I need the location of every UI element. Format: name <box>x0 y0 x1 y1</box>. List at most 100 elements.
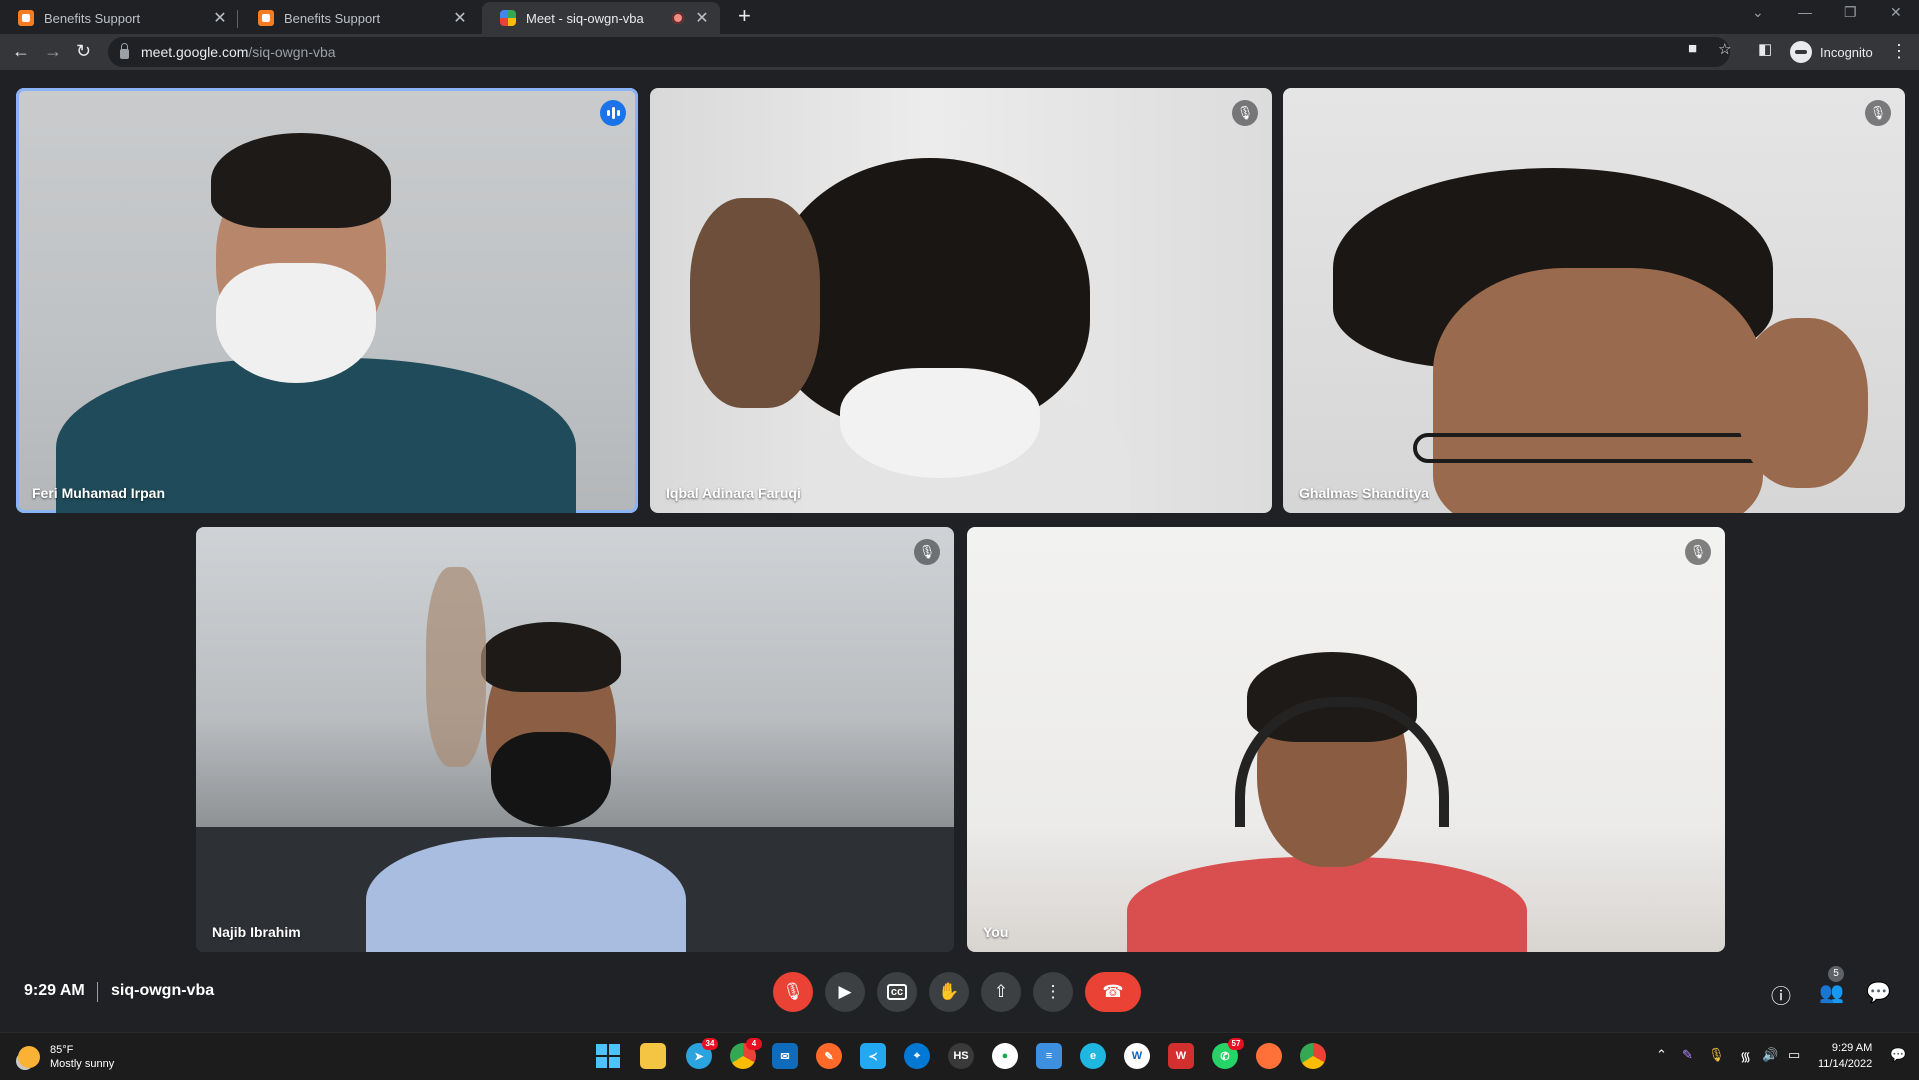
weather-widget[interactable]: 85°F Mostly sunny <box>18 1043 114 1071</box>
forward-arrow-icon[interactable]: → <box>44 41 62 61</box>
heidisql-icon[interactable]: HS <box>948 1043 974 1069</box>
participant-tile[interactable]: 🎙 Najib Ibrahim <box>196 527 954 952</box>
tab-title: Benefits Support <box>44 10 141 26</box>
close-tab-icon[interactable]: ✕ <box>452 8 468 28</box>
firefox-icon[interactable] <box>1256 1043 1282 1069</box>
microphone-tray-icon[interactable]: 🎙 <box>1708 1047 1725 1063</box>
browser-tab-active[interactable]: Meet - siq-owgn-vba ✕ <box>482 2 720 34</box>
notepad-icon[interactable]: ≡ <box>1036 1043 1062 1069</box>
vscode-icon[interactable]: ≺ <box>860 1043 886 1069</box>
people-icon[interactable]: 👥 <box>1819 980 1844 1005</box>
participant-video-figure <box>1433 268 1763 513</box>
hang-up-icon: ☎ <box>1102 982 1124 1001</box>
reload-icon[interactable]: ↻ <box>76 41 91 61</box>
chrome-badge: 4 <box>746 1038 762 1050</box>
side-panel-icon[interactable]: ◧ <box>1758 40 1772 58</box>
volume-icon[interactable]: 🔊 <box>1762 1047 1778 1063</box>
speaking-indicator-icon <box>600 100 626 126</box>
present-screen-button[interactable]: ⇧ <box>981 972 1021 1012</box>
meeting-info-icon[interactable]: ⓘ <box>1771 980 1791 1009</box>
system-date: 11/14/2022 <box>1818 1058 1873 1070</box>
participant-tile[interactable]: 🎙 Iqbal Adinara Faruqi <box>650 88 1272 513</box>
captions-button[interactable]: cc <box>877 972 917 1012</box>
telegram-badge: 34 <box>702 1038 718 1050</box>
wifi-icon[interactable]: ᯾ <box>1740 1047 1751 1065</box>
microphone-toggle-button[interactable]: 🎙 <box>773 972 813 1012</box>
chrome-icon[interactable]: 4 <box>730 1038 762 1069</box>
tray-overflow-icon[interactable]: ⌃ <box>1656 1047 1667 1063</box>
browser-toolbar: ← → ↻ meet.google.com/siq-owgn-vba ■ ☆ ◧… <box>0 34 1919 70</box>
whatsapp-icon[interactable]: ✆ 57 <box>1212 1038 1244 1069</box>
camera-toggle-button[interactable]: ▶ <box>825 972 865 1012</box>
benefits-favicon-icon <box>18 10 34 26</box>
people-count-badge: 5 <box>1828 966 1844 982</box>
chat-icon[interactable]: 💬 <box>1866 980 1891 1005</box>
more-vert-icon: ⋮ <box>1044 982 1062 1001</box>
mail-icon[interactable]: ✉ <box>772 1043 798 1069</box>
edge-icon[interactable]: e <box>1080 1043 1106 1069</box>
participant-video-figure <box>1127 857 1527 952</box>
camera-in-use-icon[interactable]: ■ <box>1688 40 1697 57</box>
tab-title: Meet - siq-owgn-vba <box>526 10 644 26</box>
mic-off-icon: 🎙 <box>782 982 804 1001</box>
close-window-icon[interactable]: ✕ <box>1890 4 1902 21</box>
back-arrow-icon[interactable]: ← <box>12 41 30 61</box>
browser-menu-icon[interactable]: ⋮ <box>1890 41 1908 62</box>
minimize-icon[interactable]: — <box>1798 4 1812 20</box>
battery-icon[interactable]: ▭ <box>1788 1047 1800 1063</box>
wps-icon[interactable]: W <box>1124 1043 1150 1069</box>
participant-tile-self[interactable]: 🎙 You <box>967 527 1725 952</box>
leave-call-button[interactable]: ☎ <box>1085 972 1141 1012</box>
chrome-incognito-icon[interactable] <box>1300 1043 1326 1069</box>
start-button[interactable] <box>595 1043 621 1069</box>
participant-tile[interactable]: 🎙 Ghalmas Shanditya <box>1283 88 1905 513</box>
weather-desc: Mostly sunny <box>50 1058 115 1070</box>
close-tab-icon[interactable]: ✕ <box>694 8 710 28</box>
recording-indicator-icon <box>672 12 684 24</box>
participant-video-figure <box>426 567 486 767</box>
maps-icon[interactable]: ⌖ <box>904 1043 930 1069</box>
browser-tab[interactable]: Benefits Support ✕ <box>0 2 238 34</box>
lock-icon[interactable] <box>120 43 129 59</box>
participant-video-figure <box>366 837 686 952</box>
windows-taskbar: 85°F Mostly sunny ➤ 34 4 ✉ ✎ ≺ ⌖ HS ● ≡ e… <box>0 1032 1919 1080</box>
tab-search-icon[interactable]: ⌄ <box>1752 4 1764 21</box>
participant-video-figure <box>211 133 391 228</box>
pen-icon[interactable]: ✎ <box>1682 1047 1693 1063</box>
muted-mic-icon: 🎙 <box>914 539 940 565</box>
telegram-icon[interactable]: ➤ 34 <box>686 1038 718 1069</box>
file-explorer-icon[interactable] <box>640 1043 666 1069</box>
browser-tab-strip: Benefits Support ✕ Benefits Support ✕ Me… <box>0 0 1919 34</box>
camera-icon: ▶ <box>838 982 852 1001</box>
postman-icon[interactable]: ✎ <box>816 1043 842 1069</box>
close-tab-icon[interactable]: ✕ <box>212 8 228 28</box>
incognito-profile-button[interactable]: Incognito <box>1790 39 1873 65</box>
participant-video-figure <box>840 368 1040 478</box>
restore-icon[interactable]: ❐ <box>1844 4 1857 21</box>
participant-tile[interactable]: Feri Muhamad Irpan <box>16 88 638 513</box>
participant-video-figure <box>690 198 820 408</box>
browser-tab[interactable]: Benefits Support ✕ <box>240 2 478 34</box>
divider <box>97 982 98 1002</box>
address-bar[interactable]: meet.google.com/siq-owgn-vba <box>108 37 1730 67</box>
muted-mic-icon: 🎙 <box>1232 100 1258 126</box>
notification-icon[interactable]: 💬 <box>1890 1047 1906 1063</box>
more-options-button[interactable]: ⋮ <box>1033 972 1073 1012</box>
new-tab-button[interactable]: + <box>738 5 751 27</box>
participant-video-figure <box>491 732 611 827</box>
url-host: meet.google.com <box>141 44 249 60</box>
system-clock[interactable]: 9:29 AM 11/14/2022 <box>1818 1040 1872 1072</box>
participant-name: Najib Ibrahim <box>212 924 301 940</box>
benefits-favicon-icon <box>258 10 274 26</box>
present-icon: ⇧ <box>993 982 1009 1001</box>
tab-separator <box>237 10 238 28</box>
weather-temp: 85°F <box>50 1044 74 1056</box>
participant-video-figure <box>216 263 376 383</box>
raise-hand-button[interactable]: ✋ <box>929 972 969 1012</box>
meeting-code: siq-owgn-vba <box>111 982 215 999</box>
mongodb-icon[interactable]: ● <box>992 1043 1018 1069</box>
url-path: /siq-owgn-vba <box>248 44 336 60</box>
wps-office-icon[interactable]: W <box>1168 1043 1194 1069</box>
bookmark-star-icon[interactable]: ☆ <box>1718 40 1731 58</box>
tab-title: Benefits Support <box>284 10 381 26</box>
